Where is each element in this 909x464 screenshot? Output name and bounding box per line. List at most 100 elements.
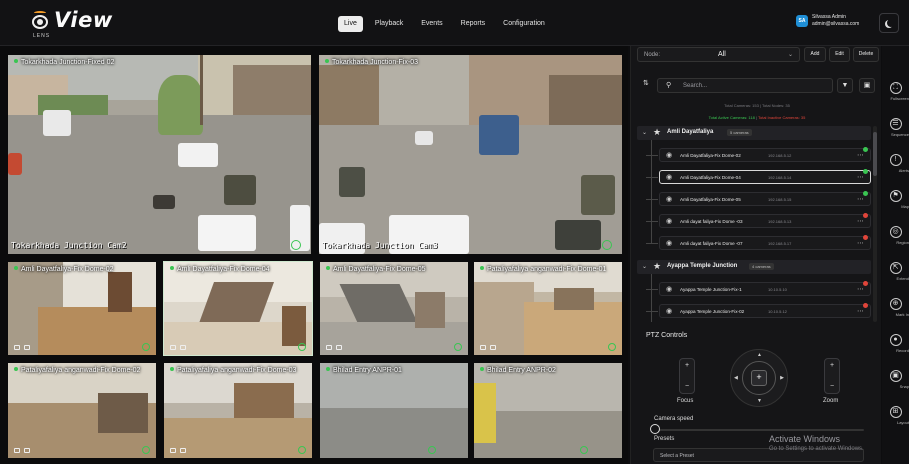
mark-in-tool[interactable]: ⊕ Mark In (882, 298, 909, 332)
status-ok-icon (580, 446, 588, 454)
more-options-icon[interactable]: ⋯ (857, 173, 864, 181)
sequence-icon: ☰ (889, 118, 902, 130)
focus-stepper[interactable]: + − (679, 358, 695, 394)
status-dot (863, 235, 868, 240)
status-dot (863, 303, 868, 308)
sequence-tool[interactable]: ☰ Sequence (882, 118, 909, 152)
zoom-stepper[interactable]: + − (824, 358, 840, 394)
camera-list-item[interactable]: ◉ Amli dayat faliya-Fix Dome -07 192.168… (646, 235, 871, 250)
status-ok-icon (602, 240, 612, 250)
region-tool[interactable]: ◎ Region (882, 226, 909, 260)
camera-title: Amli Dayatfaliya-Fix Dome-05 (333, 266, 426, 273)
camera-icon: ◉ (666, 240, 673, 247)
node-select[interactable]: Node: All ⌄ (637, 47, 800, 62)
nav-playback[interactable]: Playback (369, 16, 409, 32)
presets-label: Presets (654, 436, 675, 442)
more-options-icon[interactable]: ⋯ (857, 285, 864, 293)
status-ok-icon (298, 446, 306, 454)
delete-node-button[interactable]: Delete (853, 47, 879, 62)
camera-icon: ◉ (666, 218, 673, 225)
more-options-icon[interactable]: ⋯ (857, 195, 864, 203)
camera-tile[interactable]: Amli Dayatfaliya-Fix Dome-05 (320, 262, 468, 355)
camera-list-item[interactable]: ◉ Ayappa Temple Junction-Fix-02 10.10.5.… (646, 303, 871, 318)
map-tool[interactable]: ⚑ Map (882, 190, 909, 224)
camera-icon: ◉ (666, 286, 673, 293)
tile-controls[interactable] (170, 345, 186, 350)
tree-scrollbar[interactable] (873, 126, 877, 322)
slider-handle[interactable] (650, 424, 660, 434)
app-logo[interactable]: View LENS (30, 9, 113, 39)
status-ok-icon (454, 343, 462, 351)
nav-reports[interactable]: Reports (455, 16, 492, 32)
camera-tile[interactable]: Tokarkhada Junction-Fix-03 Tokarkhada Ju… (319, 55, 622, 254)
user-name: Silvassa Admin (812, 14, 846, 20)
camera-tile[interactable]: Pataliyafaliya anganwadi-Fix Dome-02 (8, 363, 156, 458)
filter-icon[interactable]: ▼ (837, 78, 853, 93)
ptz-home-button[interactable]: + (751, 370, 767, 386)
add-node-button[interactable]: Add (804, 47, 826, 62)
camera-speed-slider[interactable] (653, 429, 864, 431)
layout-tool[interactable]: ⊞ Layout (882, 406, 909, 440)
more-options-icon[interactable]: ⋯ (857, 217, 864, 225)
node-value: All (718, 51, 726, 58)
camera-list-item[interactable]: ◉ Amli Dayatfaliya-Fix Dome-05 192.168.5… (646, 191, 871, 206)
status-dot (863, 281, 868, 286)
camera-tile[interactable]: Tokarkhada Junction-Fixed 02 2025-02-0 T… (8, 55, 311, 254)
extend-tool[interactable]: ⇱ Extend (882, 262, 909, 296)
nav-configuration[interactable]: Configuration (497, 16, 551, 32)
nav-events[interactable]: Events (415, 16, 448, 32)
more-options-icon[interactable]: ⋯ (857, 307, 864, 315)
more-options-icon[interactable]: ⋯ (857, 151, 864, 159)
snap-tool[interactable]: ▣ Snap (882, 370, 909, 404)
camera-list-item[interactable]: ◉ Amli dayat faliya-Fix Dome -03 192.168… (646, 213, 871, 228)
status-ok-icon (298, 343, 306, 351)
camera-search-input[interactable]: ⚲ Search... (657, 78, 833, 93)
camera-list-item[interactable]: ◉ Amli Dayatfaliya-Fix Dome-04 192.168.5… (646, 169, 871, 184)
fullscreen-tool[interactable]: ⛶ Fullscreen (882, 82, 909, 116)
map-icon: ⚑ (889, 190, 902, 202)
tile-controls[interactable] (170, 448, 186, 453)
camera-tile[interactable]: Amli Dayatfaliya-Fix Dome-04 (163, 261, 313, 356)
group-icon: ★ (653, 261, 662, 271)
status-ok-icon (428, 446, 436, 454)
camera-tile[interactable]: Pataliyafaliya anganwadi-Fix Dome-01 (474, 262, 622, 355)
plus-icon: + (829, 362, 835, 369)
tile-controls[interactable] (14, 448, 30, 453)
camera-add-icon[interactable]: ▣ (859, 78, 875, 93)
main-nav: Live Playback Events Reports Configurati… (338, 16, 551, 32)
avatar: SA (796, 15, 808, 27)
camera-list-item[interactable]: ◉ Ayappa Temple Junction-Fix-1 10.10.5.1… (646, 281, 871, 296)
camera-tile[interactable]: Bhilad Entry ANPR-02 (474, 363, 622, 458)
tile-controls[interactable] (480, 345, 496, 350)
alerts-tool[interactable]: ! Alerts (882, 154, 909, 188)
camera-list-item[interactable]: ◉ Amli Dayatfaliya-Fix Dome-02 192.168.5… (646, 147, 871, 162)
group-count-badge: 5 cameras (727, 129, 752, 136)
sort-icon[interactable]: ⇅ (643, 79, 649, 87)
node-label: Node: (644, 52, 661, 58)
arrow-down-icon: ▼ (757, 398, 762, 404)
arrow-up-icon: ▲ (757, 352, 762, 358)
group-ayappa-temple-junction[interactable]: ⌄ ★ Ayappa Temple Junction 4 cameras (637, 260, 871, 274)
camera-tile[interactable]: Pataliyafaliya anganwadi-Fix Dome-03 (164, 363, 312, 458)
camera-title: Amli Dayatfaliya-Fix Dome-02 (21, 266, 114, 273)
moon-icon (887, 19, 895, 27)
region-icon: ◎ (889, 226, 902, 238)
more-options-icon[interactable]: ⋯ (857, 239, 864, 247)
camera-title: Pataliyafaliya anganwadi-Fix Dome-03 (177, 367, 297, 374)
ptz-joystick[interactable]: ▲ ▼ ◀ ▶ + (730, 349, 788, 407)
camera-title: Pataliyafaliya anganwadi-Fix Dome-01 (487, 266, 607, 273)
nav-live[interactable]: Live (338, 16, 363, 32)
record-icon: ● (889, 334, 902, 346)
camera-tile[interactable]: Amli Dayatfaliya-Fix Dome-02 (8, 262, 156, 355)
theme-toggle-button[interactable] (879, 13, 899, 33)
tile-controls[interactable] (14, 345, 30, 350)
camera-tile[interactable]: Bhilad Entry ANPR-01 (320, 363, 468, 458)
status-ok-icon (142, 343, 150, 351)
logo-subtext: LENS (33, 33, 51, 39)
tile-controls[interactable] (326, 345, 342, 350)
edit-node-button[interactable]: Edit (829, 47, 850, 62)
user-menu[interactable]: SA Silvassa Admin admin@silvassa.com (796, 14, 859, 28)
chevron-down-icon: ⌄ (787, 52, 793, 58)
group-amli-dayatfaliya[interactable]: ⌄ ★ Amli Dayatfaliya 5 cameras (637, 126, 871, 140)
record-tool[interactable]: ● Record (882, 334, 909, 368)
